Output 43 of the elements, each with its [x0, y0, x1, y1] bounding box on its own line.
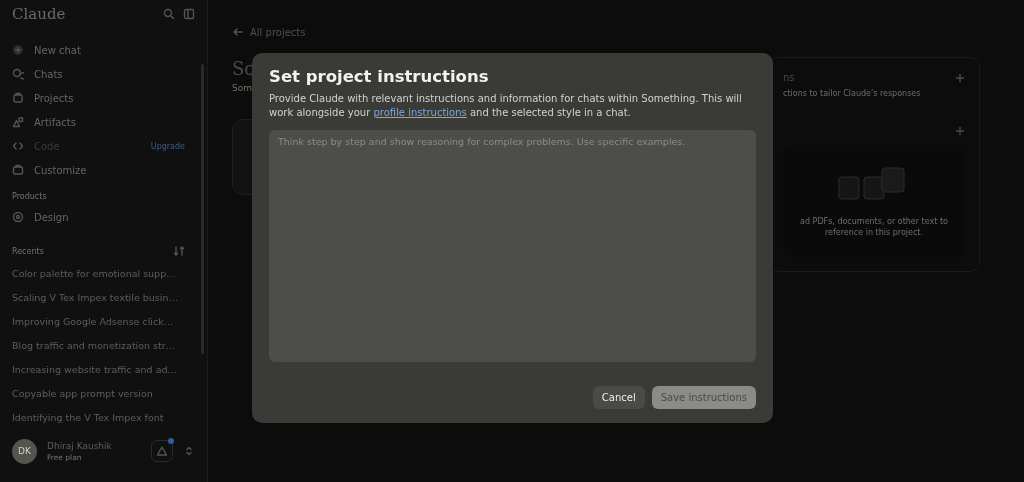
recent-chat-item[interactable]: Identifying the V Tex Impex font	[12, 405, 195, 429]
upload-hint: reference in this project.	[825, 227, 923, 237]
project-description: Som	[232, 83, 252, 93]
avatar[interactable]: DK	[12, 438, 37, 464]
card-heading: ns	[783, 72, 795, 83]
recent-chat-item[interactable]: Increasing website traffic and ad…	[12, 357, 195, 381]
card-description: ctions to tailor Claude's responses	[783, 89, 922, 98]
nav-item[interactable]: Design	[12, 205, 195, 229]
chevron-updown-icon[interactable]	[183, 445, 195, 457]
section-heading: Recents	[12, 246, 44, 256]
recent-chat-item[interactable]: Copyable app prompt version	[12, 381, 195, 405]
back-link[interactable]: All projects	[232, 26, 1000, 38]
arrow-left-icon	[232, 26, 244, 38]
cancel-button[interactable]: Cancel	[592, 386, 645, 409]
nav-item[interactable]: Customize	[12, 158, 195, 182]
folder-icon	[12, 92, 24, 104]
recent-chat-item[interactable]: Improving Google Adsense click…	[12, 309, 195, 333]
recent-chat-item[interactable]: Color palette for emotional supp…	[12, 261, 195, 285]
shapes-icon	[12, 116, 24, 128]
circle-icon	[12, 211, 24, 223]
plus-icon	[12, 44, 24, 56]
filter-icon[interactable]	[173, 245, 185, 257]
sidebar-toggle-icon[interactable]	[183, 8, 195, 20]
code-icon	[12, 140, 24, 152]
warning-triangle-icon	[156, 445, 168, 457]
dialog-title: Set project instructions	[269, 67, 490, 86]
plus-icon[interactable]	[955, 126, 965, 136]
nav-item[interactable]: New chat	[12, 38, 195, 62]
plus-icon[interactable]	[955, 72, 965, 83]
briefcase-icon	[12, 164, 24, 176]
upload-hint: ad PDFs, documents, or other text to	[800, 216, 948, 226]
chat-bubbles-icon	[12, 68, 24, 80]
user-name: Dhiraj Kaushik	[47, 440, 113, 451]
recent-chat-item[interactable]: Blog traffic and monetization str…	[12, 333, 195, 357]
section-heading: Products	[11, 191, 48, 203]
search-icon[interactable]	[163, 8, 175, 20]
profile-instructions-link[interactable]: profile instructions	[373, 107, 467, 118]
logo-text: Claude	[12, 5, 67, 23]
nav-item[interactable]: Chats	[12, 62, 195, 86]
nav-item[interactable]: Artifacts	[12, 110, 195, 134]
recent-chat-item[interactable]: Scaling V Tex Impex textile busin…	[12, 285, 195, 309]
dialog-description: Provide Claude with relevant instructions and information for chats within Something. This will work alongside your profile instructions and the selected style in a chat.	[269, 92, 743, 120]
nav-item[interactable]: Projects	[12, 86, 195, 110]
